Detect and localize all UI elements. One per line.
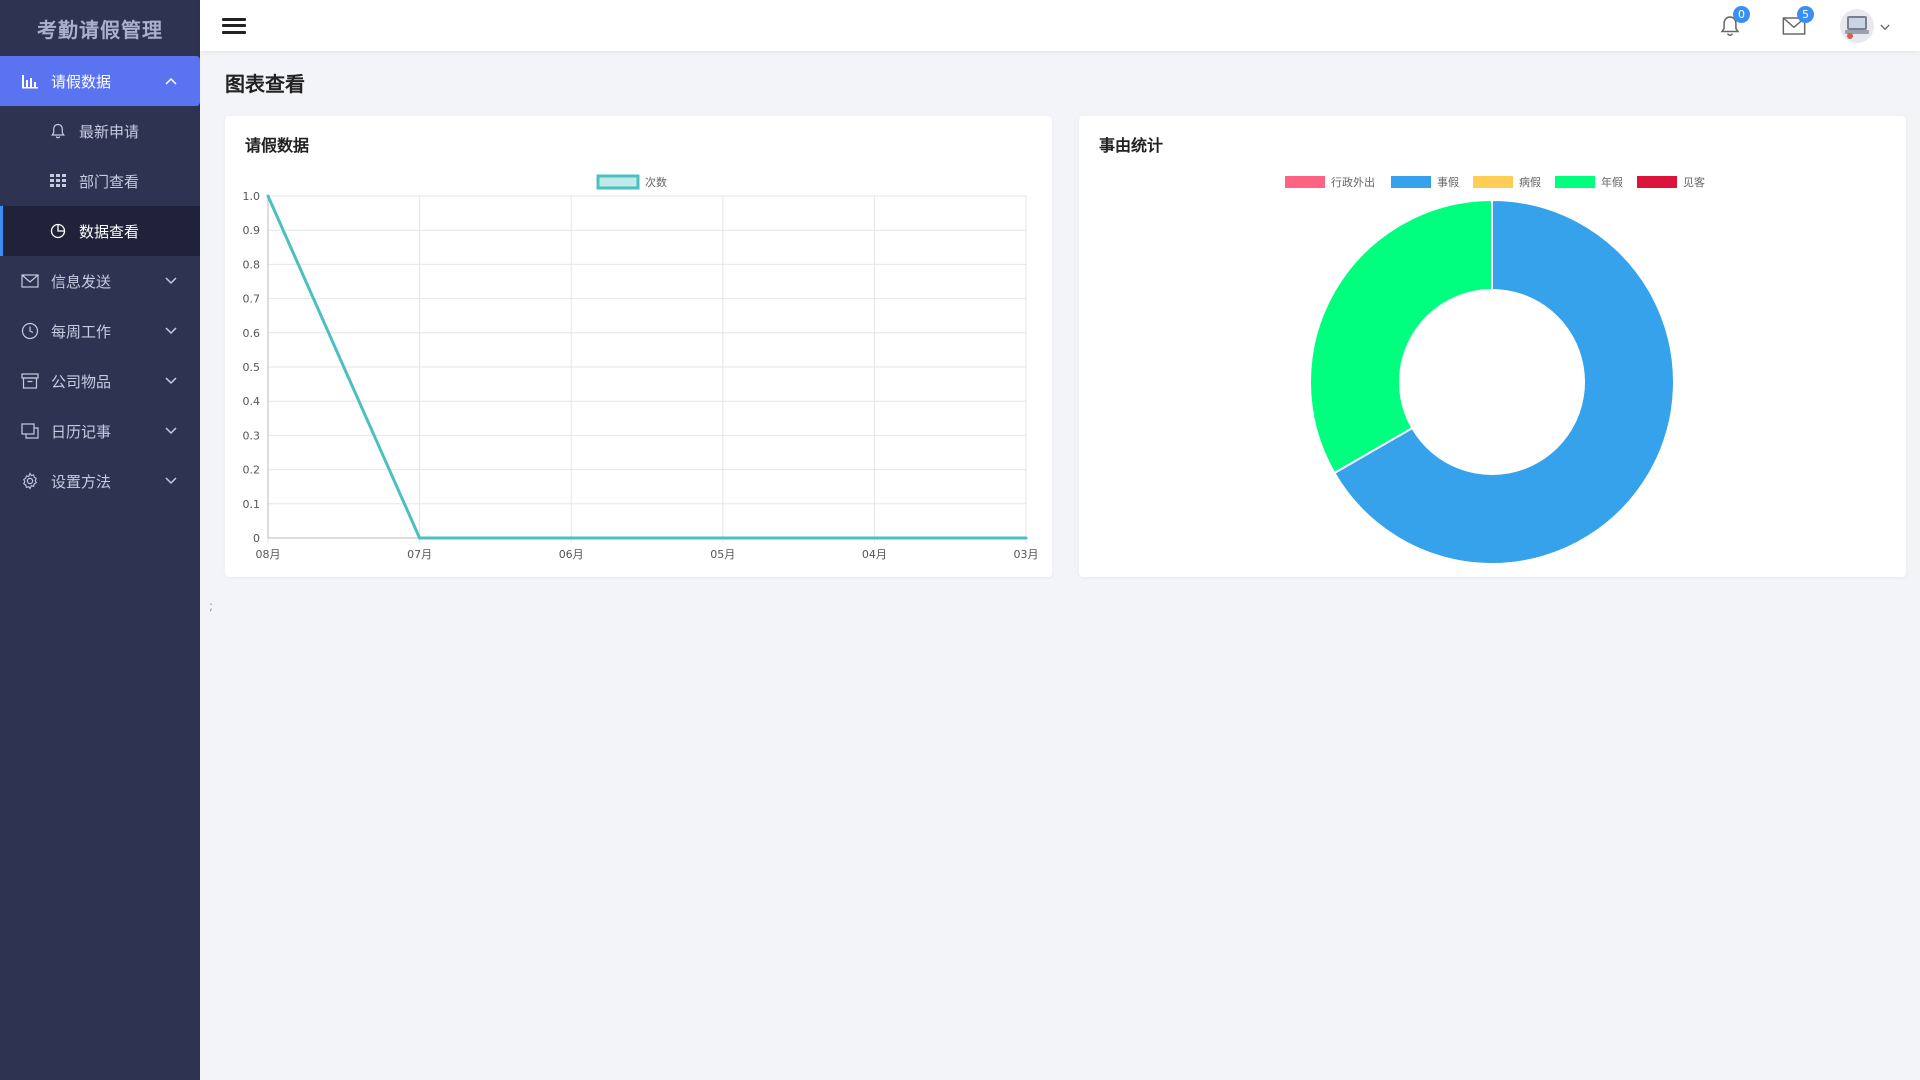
topbar: 0 5 (200, 0, 1920, 51)
data-point (569, 536, 573, 540)
sidebar-item-settings[interactable]: 设置方法 (0, 456, 200, 506)
y-tick-label: 0.8 (243, 258, 261, 271)
message-count-badge: 5 (1797, 5, 1814, 23)
chevron-down-icon (164, 274, 178, 288)
clock-icon (20, 321, 40, 341)
sidebar-item-label: 最新申请 (79, 122, 140, 141)
chevron-down-icon (1880, 16, 1890, 35)
y-tick-label: 0.5 (243, 361, 261, 374)
legend-swatch (1391, 176, 1431, 188)
y-tick-label: 0.1 (243, 498, 261, 511)
sidebar-item-label: 部门查看 (79, 172, 140, 191)
y-tick-label: 0 (253, 532, 260, 545)
y-tick-label: 0.3 (243, 429, 261, 442)
sidebar-submenu-leave-data: 最新申请 部门查看 数据查看 (0, 106, 200, 256)
messages-button[interactable]: 5 (1780, 5, 1814, 40)
chevron-up-icon (164, 74, 178, 88)
leave-line-chart: 次数 1.0 0.9 0.8 0.7 0.6 0.5 0.4 0.3 0.2 0.1 0 08月 07月 0… (243, 174, 1039, 561)
sidebar-item-leave-data[interactable]: 请假数据 (0, 56, 200, 106)
chevron-down-icon (164, 474, 178, 488)
sidebar-item-label: 信息发送 (51, 272, 112, 291)
legend-label: 见客 (1683, 175, 1705, 189)
legend-swatch (1285, 176, 1325, 188)
divider-handle: ; (209, 599, 214, 613)
bar-chart-icon (20, 71, 40, 91)
sidebar-item-data-view[interactable]: 数据查看 (0, 206, 200, 256)
sidebar-item-label: 设置方法 (51, 472, 112, 491)
chevron-down-icon (164, 424, 178, 438)
x-tick-label: 06月 (559, 548, 584, 561)
copy-icon (20, 421, 40, 441)
grid-icon (48, 171, 68, 191)
sidebar-item-label: 每周工作 (51, 322, 112, 341)
sidebar-item-label: 请假数据 (51, 72, 112, 91)
box-icon (20, 371, 40, 391)
legend-swatch (596, 174, 640, 190)
legend-swatch (1637, 176, 1677, 188)
x-tick-label: 04月 (862, 548, 887, 561)
leave-data-card: 请假数据 次数 1.0 0.9 0.8 0.7 0.6 0.5 0.4 0.3 0.2 0.1 0 08… (225, 116, 1052, 577)
x-tick-label: 08月 (256, 548, 281, 561)
bell-icon (48, 121, 68, 141)
data-point (872, 536, 876, 540)
user-menu[interactable] (1840, 8, 1890, 43)
chevron-down-icon (164, 374, 178, 388)
y-tick-label: 0.6 (243, 327, 261, 340)
data-point (1024, 536, 1028, 540)
x-tick-label: 03月 (1014, 548, 1039, 561)
legend-label: 年假 (1601, 175, 1623, 189)
menu-toggle-icon[interactable] (222, 16, 246, 36)
notification-count-badge: 0 (1733, 5, 1750, 23)
legend-label: 事假 (1437, 175, 1459, 189)
sidebar-item-label: 数据查看 (79, 222, 140, 241)
gear-icon (20, 471, 40, 491)
reason-donut-chart: 行政外出 事假 病假 年假 见客 (1285, 175, 1705, 565)
reason-stats-card: 事由统计 行政外出 事假 病假 年假 见客 (1079, 116, 1906, 577)
chevron-down-icon (164, 324, 178, 338)
page-title: 图表查看 (225, 72, 305, 96)
sidebar-item-latest-application[interactable]: 最新申请 (0, 106, 200, 156)
donut-slice (1309, 198, 1493, 475)
sidebar-item-calendar-notes[interactable]: 日历记事 (0, 406, 200, 456)
data-point (266, 194, 270, 198)
sidebar-item-company-goods[interactable]: 公司物品 (0, 356, 200, 406)
legend-label: 行政外出 (1331, 175, 1375, 189)
avatar (1840, 8, 1874, 43)
sidebar-item-label: 日历记事 (51, 422, 112, 441)
y-tick-label: 1.0 (243, 190, 261, 203)
sidebar-item-label: 公司物品 (51, 372, 112, 391)
y-tick-label: 0.4 (243, 395, 261, 408)
x-tick-label: 07月 (407, 548, 432, 561)
avatar-icon (1845, 15, 1869, 39)
topbar-actions: 0 5 (1680, 0, 1890, 51)
notifications-button[interactable]: 0 (1716, 5, 1750, 40)
legend-label: 病假 (1519, 175, 1541, 189)
chart-legend: 次数 (596, 174, 667, 190)
data-point (418, 536, 422, 540)
sidebar-item-department-view[interactable]: 部门查看 (0, 156, 200, 206)
pie-chart-icon (48, 221, 68, 241)
sidebar-item-weekly-work[interactable]: 每周工作 (0, 306, 200, 356)
x-tick-label: 05月 (710, 548, 735, 561)
data-point (721, 536, 725, 540)
y-tick-label: 0.9 (243, 224, 261, 237)
legend-swatch (1473, 176, 1513, 188)
sidebar: 考勤请假管理 请假数据 最新申请 部门查看 数据查看 信息发送 每周工作 公司物… (0, 0, 200, 1080)
app-title: 考勤请假管理 (37, 17, 163, 42)
y-tick-label: 0.7 (243, 293, 261, 306)
mail-icon (20, 271, 40, 291)
legend-label: 次数 (645, 175, 667, 189)
sidebar-item-message-send[interactable]: 信息发送 (0, 256, 200, 306)
legend-swatch (1555, 176, 1595, 188)
y-tick-label: 0.2 (243, 464, 261, 477)
